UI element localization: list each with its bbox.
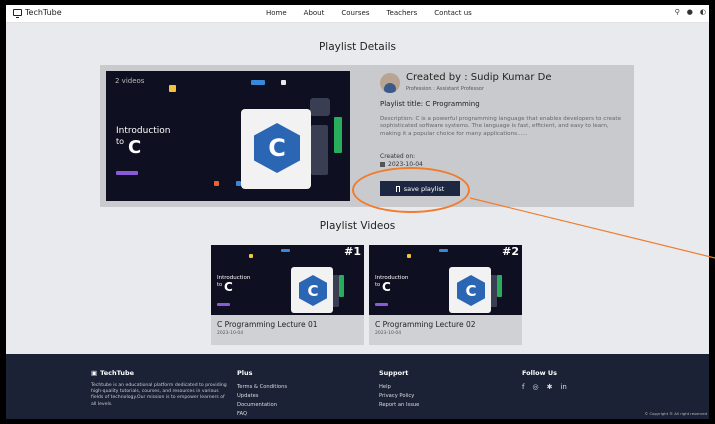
thumb-to-text: to: [375, 282, 381, 288]
deco-bar: [116, 171, 138, 175]
calendar-icon: [380, 162, 385, 167]
facebook-icon[interactable]: f: [522, 383, 524, 391]
copyright-text: © Copyright ® All right reserved: [644, 411, 708, 416]
nav-link-contact[interactable]: Contact us: [434, 9, 472, 17]
video-date: 2023-10-04: [375, 331, 402, 336]
theme-icon[interactable]: ◐: [700, 8, 706, 16]
playlist-videos-heading: Playlist Videos: [319, 220, 396, 232]
user-icon[interactable]: ●: [687, 8, 693, 16]
deco-bar: [339, 275, 344, 297]
thumb-c-text: C: [128, 137, 142, 158]
video-thumbnail[interactable]: Introduction to C C #2: [369, 245, 522, 315]
thumb-intro-text: Introduction: [116, 126, 171, 136]
thumb-intro-text: Introduction: [217, 275, 251, 281]
brand-logo[interactable]: TechTube: [13, 8, 62, 18]
footer-plus-heading: Plus: [237, 369, 253, 377]
footer-plus-column: Plus Terms & Conditions Updates Document…: [237, 369, 287, 419]
nav-link-teachers[interactable]: Teachers: [386, 9, 417, 17]
deco-bar: [251, 80, 265, 85]
footer-link-report[interactable]: Report an Issue: [379, 401, 419, 410]
brand-name: TechTube: [25, 8, 62, 17]
deco-bar: [334, 117, 342, 153]
video-title: C Programming Lecture 01: [217, 320, 318, 329]
footer-link-help[interactable]: Help: [379, 383, 419, 392]
footer-link-documentation[interactable]: Documentation: [237, 401, 287, 410]
video-card[interactable]: Introduction to C C #1 C Programming Lec…: [211, 245, 364, 345]
footer-link-privacy[interactable]: Privacy Policy: [379, 392, 419, 401]
instagram-icon[interactable]: ◎: [532, 383, 538, 391]
search-icon[interactable]: ⚲: [675, 8, 680, 16]
video-thumbnail[interactable]: Introduction to C C #1: [211, 245, 364, 315]
playlist-description: Description: C is a powerful programming…: [380, 116, 622, 137]
footer-about-column: ▣ TechTube Techtube is an educational pl…: [91, 369, 231, 408]
deco-square: [407, 254, 411, 258]
thumb-to-text: to: [116, 137, 125, 146]
deco-bar: [439, 249, 448, 252]
video-number: #2: [502, 245, 519, 258]
deco-bar: [497, 275, 502, 297]
deco-square: [169, 85, 176, 92]
video-card[interactable]: Introduction to C C #2 C Programming Lec…: [369, 245, 522, 345]
monitor-icon: [13, 9, 22, 18]
playlist-details-card: 2 videos Introduction to C C Created by …: [100, 65, 634, 207]
footer-follow-column: Follow Us f ◎ ✱ in: [522, 369, 567, 391]
playlist-details-heading: Playlist Details: [318, 41, 397, 53]
monitor-icon: ▣: [91, 369, 98, 377]
footer-link-updates[interactable]: Updates: [237, 392, 287, 401]
video-count: 2 videos: [115, 77, 145, 85]
twitter-icon[interactable]: ✱: [547, 383, 553, 391]
social-icons: f ◎ ✱ in: [522, 383, 567, 391]
nav-links: Home About Courses Teachers Contact us: [266, 9, 472, 17]
deco-square: [214, 181, 219, 186]
nav-link-about[interactable]: About: [304, 9, 325, 17]
thumb-c-text: C: [382, 280, 391, 294]
footer-about-text: Techtube is an educational platform dedi…: [91, 383, 227, 407]
deco-square: [281, 80, 286, 85]
playlist-thumbnail[interactable]: 2 videos Introduction to C C: [106, 71, 350, 201]
deco-bar: [281, 249, 290, 252]
footer-support-heading: Support: [379, 369, 409, 377]
avatar[interactable]: [380, 73, 400, 93]
footer-follow-heading: Follow Us: [522, 369, 557, 377]
deco-window: [310, 98, 330, 116]
save-playlist-label: save playlist: [403, 184, 445, 193]
nav-link-home[interactable]: Home: [266, 9, 287, 17]
footer-brand-name: TechTube: [100, 369, 135, 377]
creator-profession: Profession : Assistant Professor: [406, 86, 484, 92]
footer-link-faq[interactable]: FAQ: [237, 410, 287, 419]
deco-square: [249, 254, 253, 258]
thumb-c-text: C: [224, 280, 233, 294]
nav-link-courses[interactable]: Courses: [341, 9, 369, 17]
footer-support-column: Support Help Privacy Policy Report an Is…: [379, 369, 419, 410]
created-on-date: 2023-10-04: [380, 161, 423, 168]
top-navbar: TechTube Home About Courses Teachers Con…: [6, 5, 709, 23]
created-on-label: Created on:: [380, 153, 416, 160]
video-title: C Programming Lecture 02: [375, 320, 476, 329]
deco-bar: [375, 303, 388, 306]
nav-icons: ⚲ ● ◐: [675, 8, 706, 16]
bookmark-icon: [395, 185, 400, 192]
deco-bar: [217, 303, 230, 306]
video-date: 2023-10-04: [217, 331, 244, 336]
thumb-to-text: to: [217, 282, 223, 288]
created-date-value: 2023-10-04: [388, 161, 423, 168]
video-number: #1: [344, 245, 361, 258]
thumb-intro-text: Introduction: [375, 275, 409, 281]
footer: ▣ TechTube Techtube is an educational pl…: [6, 354, 709, 419]
playlist-title: Playlist title: C Programming: [380, 100, 480, 108]
creator-name: Created by : Sudip Kumar De: [406, 72, 552, 83]
save-playlist-button[interactable]: save playlist: [380, 181, 460, 196]
footer-brand: ▣ TechTube: [91, 369, 231, 377]
page: TechTube Home About Courses Teachers Con…: [6, 5, 709, 419]
footer-link-terms[interactable]: Terms & Conditions: [237, 383, 287, 392]
linkedin-icon[interactable]: in: [560, 383, 566, 391]
deco-code-panel: [311, 125, 328, 175]
